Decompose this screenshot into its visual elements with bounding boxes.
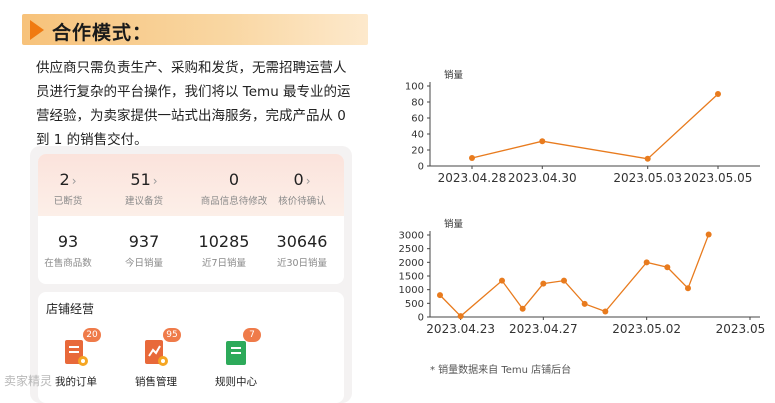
stat-label: 核价待确认	[278, 196, 326, 207]
section-title: 合作模式：	[52, 22, 153, 44]
x-tick-label: 2023.04.28	[438, 171, 507, 185]
y-tick-label: 2000	[399, 258, 424, 269]
stat-value: 0	[228, 170, 240, 189]
data-source-footnote: * 销量数据来自 Temu 店铺后台	[430, 365, 572, 376]
stat-30day-sales: 30646 近30日销量	[264, 232, 340, 269]
tool-my-orders[interactable]: 20 我的订单	[44, 328, 108, 389]
section-banner: 合作模式：	[22, 14, 368, 45]
x-tick-label: 2023.05.03	[613, 171, 682, 185]
series-line	[471, 93, 719, 160]
intro-paragraph: 供应商只需负责生产、采购和发货，无需招聘运营人员进行复杂的平台操作，我们将以 T…	[36, 60, 351, 148]
tool-rules-center[interactable]: 7 规则中心	[204, 328, 268, 389]
y-tick-label: 1500	[399, 272, 424, 283]
stat-value: 51	[130, 170, 151, 189]
data-point	[469, 155, 475, 161]
rules-count-badge: 7	[243, 328, 261, 342]
data-point	[539, 138, 546, 145]
y-tick-label: 500	[405, 299, 424, 310]
stat-on-sale: 93 在售商品数	[38, 232, 106, 269]
tool-label: 销售管理	[135, 376, 177, 388]
watermark-text: 卖家精灵	[4, 374, 53, 388]
stat-value: 0	[293, 170, 304, 189]
order-icon: 20	[63, 328, 101, 368]
rules-book-icon: 7	[223, 328, 261, 368]
stat-value: 10285	[198, 232, 250, 251]
stats-card: 2 › 已断货 51 › 建议备货 0 商品信息待修改 0 › 核价待确认 93 在售…	[38, 154, 344, 284]
stat-label: 近30日销量	[276, 258, 328, 269]
data-point	[499, 277, 505, 284]
stat-label: 今日销量	[124, 258, 163, 269]
shop-title: 店铺经营	[46, 302, 95, 316]
stat-out-of-stock[interactable]: 2 › 已断货	[38, 170, 106, 207]
y-tick-label: 60	[411, 114, 424, 125]
stat-price-pending[interactable]: 0 › 核价待确认	[264, 170, 340, 207]
stat-label: 已断货	[53, 196, 83, 207]
stat-label: 近7日销量	[201, 258, 247, 269]
data-point	[602, 308, 609, 315]
stat-info-pending[interactable]: 0 商品信息待修改	[196, 170, 272, 207]
shop-operations-card: 店铺经营 20 我的订单 95 销售管理 7 规则中心	[38, 292, 344, 403]
stat-value: 93	[57, 232, 79, 251]
x-tick-label: 2023.05.05	[684, 171, 753, 185]
data-point	[715, 91, 721, 97]
data-point	[664, 264, 671, 271]
data-point	[540, 280, 547, 287]
x-tick-label: 2023.04.30	[508, 171, 577, 185]
tool-label: 我的订单	[55, 376, 97, 388]
chevron-right-icon: ›	[71, 174, 77, 188]
series-line	[439, 234, 710, 318]
x-tick-label: 2023.04.27	[509, 322, 578, 336]
y-axis-label: 销量	[444, 69, 464, 81]
y-tick-label: 1000	[399, 285, 424, 296]
arrow-icon	[30, 20, 44, 40]
data-point	[644, 155, 651, 162]
tool-sales-management[interactable]: 95 销售管理	[124, 328, 188, 389]
stat-value: 937	[128, 232, 160, 251]
y-tick-label: 20	[411, 146, 424, 157]
stat-suggest-stock[interactable]: 51 › 建议备货	[106, 170, 182, 207]
x-tick-label: 2023.05.07	[716, 322, 765, 336]
stat-label: 在售商品数	[44, 258, 92, 269]
y-tick-label: 2500	[399, 244, 424, 255]
data-point	[519, 305, 526, 312]
y-axis-label: 销量	[444, 218, 464, 230]
y-tick-label: 40	[411, 130, 424, 141]
stat-7day-sales: 10285 近7日销量	[186, 232, 262, 269]
sales-chart-short-range: 销量 0 20 40 60 80 100 2023.04.28 2023.04.30 2023.0…	[405, 69, 760, 185]
stat-today-sales: 937 今日销量	[106, 232, 182, 269]
data-point	[685, 285, 691, 292]
stat-value: 2	[59, 170, 70, 189]
seller-dashboard-screenshot: 2 › 已断货 51 › 建议备货 0 商品信息待修改 0 › 核价待确认 93 在售…	[30, 146, 352, 403]
stat-value: 30646	[276, 232, 328, 251]
stat-label: 建议备货	[124, 196, 163, 207]
data-point	[457, 313, 464, 320]
y-tick-label: 100	[405, 82, 424, 93]
tool-label: 规则中心	[215, 376, 257, 388]
data-point	[705, 231, 712, 238]
data-point	[561, 277, 567, 284]
data-point	[581, 300, 588, 307]
x-tick-label: 2023.05.02	[612, 322, 681, 336]
chevron-right-icon: ›	[152, 174, 158, 188]
order-count-badge: 20	[83, 328, 101, 342]
y-tick-label: 0	[418, 313, 424, 324]
y-tick-label: 80	[411, 98, 424, 109]
sales-chart-long-range: 销量 0 500 1000 1500 2000 2500 3000 2023.04.23 2023…	[399, 218, 765, 336]
chevron-right-icon: ›	[305, 174, 311, 188]
y-tick-label: 0	[418, 162, 424, 173]
x-tick-label: 2023.04.23	[426, 322, 495, 336]
sales-count-badge: 95	[163, 328, 181, 342]
stat-label: 商品信息待修改	[200, 196, 268, 207]
y-tick-label: 3000	[399, 231, 424, 242]
data-point	[437, 292, 443, 299]
data-point	[643, 259, 650, 266]
sales-icon: 95	[143, 328, 181, 368]
